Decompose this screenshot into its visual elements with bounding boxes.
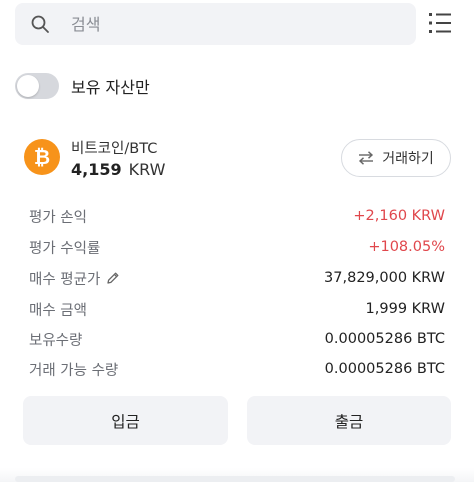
deposit-button[interactable]: 입금 bbox=[23, 396, 228, 445]
asset-name: 비트코인/BTC bbox=[71, 141, 158, 157]
trade-button-label: 거래하기 bbox=[382, 151, 434, 167]
stat-label-avg-price: 매수 평균가 bbox=[29, 268, 120, 289]
stat-label: 거래 가능 수량 bbox=[29, 362, 119, 379]
holdings-only-toggle[interactable] bbox=[15, 73, 59, 99]
next-item-edge bbox=[15, 476, 455, 482]
stat-row-avg-price: 매수 평균가 37,829,000 KRW bbox=[29, 266, 445, 290]
stat-value: 1,999 KRW bbox=[365, 301, 445, 317]
search-bar[interactable] bbox=[15, 3, 416, 45]
stat-label: 평가 손익 bbox=[29, 209, 87, 226]
stat-value: 0.00005286 BTC bbox=[324, 361, 445, 377]
stat-row-quantity: 보유수량 0.00005286 BTC bbox=[29, 327, 445, 351]
stat-row-buy-amount: 매수 금액 1,999 KRW bbox=[29, 297, 445, 321]
stat-row-return-rate: 평가 수익률 +108.05% bbox=[29, 235, 445, 259]
swap-icon bbox=[359, 151, 374, 165]
bitcoin-logo-icon: ₿ bbox=[24, 139, 60, 175]
trade-button[interactable]: 거래하기 bbox=[341, 139, 451, 177]
withdraw-button[interactable]: 출금 bbox=[247, 396, 451, 445]
stat-label: 보유수량 bbox=[29, 332, 83, 349]
stat-value: +2,160 KRW bbox=[353, 208, 445, 224]
svg-text:₿: ₿ bbox=[34, 145, 50, 169]
holdings-only-label: 보유 자산만 bbox=[71, 78, 150, 97]
toggle-knob bbox=[17, 75, 39, 97]
search-input[interactable] bbox=[71, 3, 401, 45]
search-icon bbox=[31, 15, 49, 33]
stat-value: +108.05% bbox=[368, 239, 445, 255]
stat-row-tradable-quantity: 거래 가능 수량 0.00005286 BTC bbox=[29, 357, 445, 381]
stat-value: 37,829,000 KRW bbox=[324, 270, 445, 286]
stat-value: 0.00005286 BTC bbox=[324, 331, 445, 347]
asset-holding-value: 4,159 bbox=[71, 160, 122, 179]
stat-label: 평가 수익률 bbox=[29, 240, 101, 257]
holdings-only-filter: 보유 자산만 bbox=[15, 70, 150, 102]
stat-row-profit: 평가 손익 +2,160 KRW bbox=[29, 204, 445, 228]
list-menu-icon[interactable] bbox=[427, 10, 453, 36]
stat-label: 매수 금액 bbox=[29, 302, 87, 319]
stat-label-text: 매수 평균가 bbox=[29, 271, 101, 288]
pencil-edit-icon[interactable] bbox=[106, 271, 120, 285]
asset-holding-unit: KRW bbox=[128, 160, 166, 179]
asset-holding: 4,159 KRW bbox=[71, 160, 165, 179]
